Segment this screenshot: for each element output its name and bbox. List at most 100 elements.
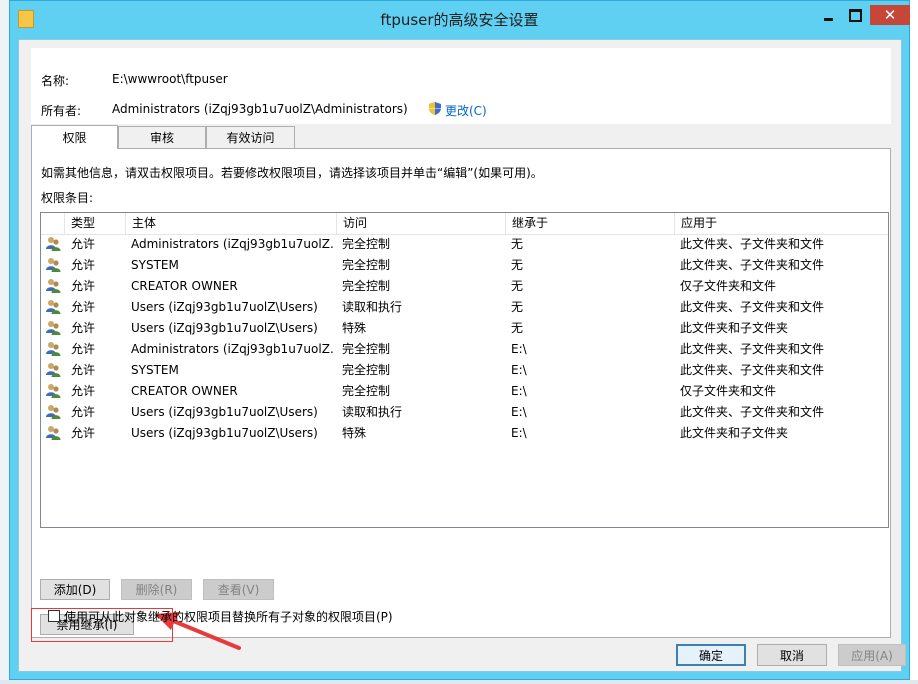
table-row[interactable]: 允许 Users (iZqj93gb1u7uolZ\Users) 特殊 E:\ 此文件夹… <box>41 423 888 444</box>
type-cell: 允许 <box>71 363 96 377</box>
principal-cell: Users (iZqj93gb1u7uolZ\Users) <box>131 426 318 440</box>
users-icon <box>45 278 61 294</box>
cancel-button[interactable]: 取消 <box>757 644 827 666</box>
principal-cell: Users (iZqj93gb1u7uolZ\Users) <box>131 405 318 419</box>
header-type[interactable]: 类型 <box>65 213 126 234</box>
principal-cell: CREATOR OWNER <box>131 279 238 293</box>
tab-auditing[interactable]: 审核 <box>118 126 206 148</box>
table-row[interactable]: 允许 Administrators (iZqj93gb1u7uolZ... 完全控制… <box>41 339 888 360</box>
view-button[interactable]: 查看(V) <box>203 579 274 600</box>
window-title: ftpuser的高级安全设置 <box>380 11 539 29</box>
uac-shield-icon <box>429 102 441 115</box>
applies-to-cell: 仅子文件夹和文件 <box>680 384 777 398</box>
table-row[interactable]: 允许 Users (iZqj93gb1u7uolZ\Users) 读取和执行 无 此文件… <box>41 297 888 318</box>
applies-to-cell: 此文件夹、子文件夹和文件 <box>680 405 825 419</box>
name-label: 名称: <box>41 74 70 88</box>
users-icon <box>45 341 61 357</box>
inherited-from-cell: E:\ <box>511 405 527 419</box>
table-row[interactable]: 允许 SYSTEM 完全控制 E:\ 此文件夹、子文件夹和文件 <box>41 360 888 381</box>
applies-to-cell: 此文件夹和子文件夹 <box>680 321 789 335</box>
maximize-button[interactable] <box>842 5 868 25</box>
maximize-icon <box>848 8 862 22</box>
type-cell: 允许 <box>71 237 96 251</box>
inherited-from-cell: E:\ <box>511 342 527 356</box>
users-icon <box>45 257 61 273</box>
minimize-icon <box>823 17 833 21</box>
applies-to-cell: 此文件夹、子文件夹和文件 <box>680 342 825 356</box>
remove-button[interactable]: 删除(R) <box>121 579 192 600</box>
applies-to-cell: 此文件夹、子文件夹和文件 <box>680 237 825 251</box>
access-cell: 特殊 <box>342 321 367 335</box>
inherited-from-cell: 无 <box>511 279 524 293</box>
minimize-button[interactable] <box>815 5 841 25</box>
type-cell: 允许 <box>71 342 96 356</box>
table-row[interactable]: 允许 CREATOR OWNER 完全控制 E:\ 仅子文件夹和文件 <box>41 381 888 402</box>
table-row[interactable]: 允许 Users (iZqj93gb1u7uolZ\Users) 特殊 无 此文件夹和子… <box>41 318 888 339</box>
replace-child-permissions-label[interactable]: 使用可从此对象继承的权限项目替换所有子对象的权限项目(P) <box>64 608 393 625</box>
inherited-from-cell: 无 <box>511 300 524 314</box>
permission-entries-label: 权限条目: <box>41 191 94 205</box>
applies-to-cell: 此文件夹、子文件夹和文件 <box>680 363 825 377</box>
users-icon <box>45 320 61 336</box>
table-row[interactable]: 允许 CREATOR OWNER 完全控制 无 仅子文件夹和文件 <box>41 276 888 297</box>
table-row[interactable]: 允许 Users (iZqj93gb1u7uolZ\Users) 读取和执行 E:\ 此… <box>41 402 888 423</box>
tab-permissions[interactable]: 权限 <box>31 125 118 149</box>
tab-effective-access[interactable]: 有效访问 <box>206 126 295 148</box>
inherited-from-cell: E:\ <box>511 426 527 440</box>
principal-cell: Users (iZqj93gb1u7uolZ\Users) <box>131 321 318 335</box>
name-value: E:\wwwroot\ftpuser <box>112 72 228 86</box>
access-cell: 特殊 <box>342 426 367 440</box>
applies-to-cell: 仅子文件夹和文件 <box>680 279 777 293</box>
dialog-client-area: 名称: E:\wwwroot\ftpuser 所有者: Administrato… <box>18 39 906 672</box>
header-access[interactable]: 访问 <box>337 213 506 234</box>
inherited-from-cell: E:\ <box>511 384 527 398</box>
principal-cell: CREATOR OWNER <box>131 384 238 398</box>
principal-cell: Users (iZqj93gb1u7uolZ\Users) <box>131 300 318 314</box>
header-principal[interactable]: 主体 <box>126 213 337 234</box>
access-cell: 完全控制 <box>342 342 391 356</box>
users-icon <box>45 383 61 399</box>
principal-cell: SYSTEM <box>131 258 179 272</box>
replace-child-permissions-checkbox[interactable] <box>48 610 60 622</box>
owner-value: Administrators (iZqj93gb1u7uolZ\Administ… <box>112 102 408 116</box>
change-owner-link[interactable]: 更改(C) <box>445 102 487 119</box>
inherited-from-cell: E:\ <box>511 363 527 377</box>
ok-button[interactable]: 确定 <box>676 644 746 666</box>
access-cell: 读取和执行 <box>342 405 403 419</box>
add-button[interactable]: 添加(D) <box>40 579 110 600</box>
users-icon <box>45 425 61 441</box>
permissions-hint: 如需其他信息，请双击权限项目。若要修改权限项目，请选择该项目并单击“编辑”(如果… <box>41 166 543 180</box>
owner-label: 所有者: <box>41 104 82 118</box>
principal-cell: Administrators (iZqj93gb1u7uolZ... <box>131 342 335 356</box>
close-button[interactable]: ✕ <box>870 5 910 25</box>
apply-button[interactable]: 应用(A) <box>838 644 906 666</box>
advanced-security-dialog: ftpuser的高级安全设置 ✕ 名称: E:\wwwroot\ftpuser … <box>9 0 910 680</box>
access-cell: 完全控制 <box>342 237 391 251</box>
permission-entries-list[interactable]: 类型 主体 访问 继承于 应用于 允许 Administrators (iZqj9… <box>40 212 889 528</box>
applies-to-cell: 此文件夹、子文件夹和文件 <box>680 258 825 272</box>
principal-cell: SYSTEM <box>131 363 179 377</box>
table-row[interactable]: 允许 SYSTEM 完全控制 无 此文件夹、子文件夹和文件 <box>41 255 888 276</box>
header-applies-to[interactable]: 应用于 <box>675 213 888 234</box>
type-cell: 允许 <box>71 384 96 398</box>
header-icon-col <box>41 213 65 234</box>
inherited-from-cell: 无 <box>511 258 524 272</box>
users-icon <box>45 404 61 420</box>
table-row[interactable]: 允许 Administrators (iZqj93gb1u7uolZ... 完全控制… <box>41 234 888 255</box>
inherited-from-cell: 无 <box>511 237 524 251</box>
desktop-bottom-strip <box>0 680 918 684</box>
access-cell: 完全控制 <box>342 279 391 293</box>
title-bar[interactable]: ftpuser的高级安全设置 ✕ <box>10 1 910 39</box>
principal-cell: Administrators (iZqj93gb1u7uolZ... <box>131 237 335 251</box>
type-cell: 允许 <box>71 258 96 272</box>
type-cell: 允许 <box>71 300 96 314</box>
close-icon: ✕ <box>883 6 897 24</box>
users-icon <box>45 362 61 378</box>
access-cell: 完全控制 <box>342 384 391 398</box>
type-cell: 允许 <box>71 405 96 419</box>
header-inherited-from[interactable]: 继承于 <box>506 213 675 234</box>
list-header: 类型 主体 访问 继承于 应用于 <box>41 213 888 235</box>
applies-to-cell: 此文件夹、子文件夹和文件 <box>680 300 825 314</box>
applies-to-cell: 此文件夹和子文件夹 <box>680 426 789 440</box>
type-cell: 允许 <box>71 426 96 440</box>
